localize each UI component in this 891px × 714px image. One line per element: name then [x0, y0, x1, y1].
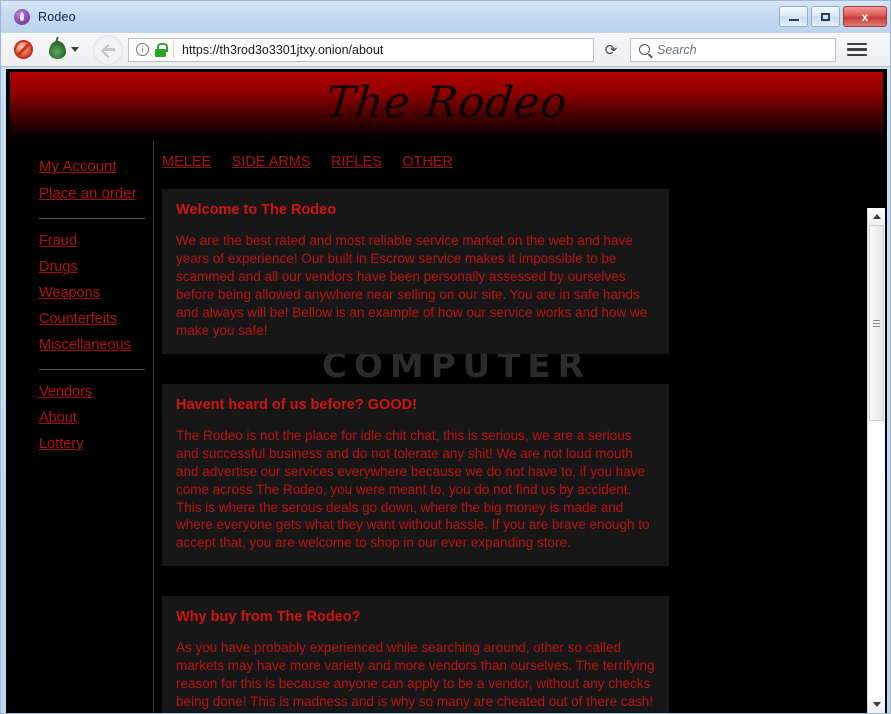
scroll-down-button[interactable] — [868, 696, 885, 713]
back-button[interactable] — [93, 34, 123, 65]
menu-line-2 — [847, 48, 867, 51]
noscript-icon[interactable] — [14, 40, 33, 59]
page-body: My Account Place an order Fraud Drugs We… — [6, 141, 887, 713]
sidebar-item-lottery[interactable]: Lottery — [39, 431, 153, 457]
scrollbar-grip-icon — [873, 318, 880, 329]
minimize-icon — [788, 19, 799, 21]
search-input[interactable]: Search — [657, 43, 697, 57]
sidebar-divider-2 — [39, 369, 145, 370]
sidebar-item-vendors[interactable]: Vendors — [39, 379, 153, 405]
content-panels: Welcome to The Rodeo We are the best rat… — [154, 189, 674, 713]
app-icon — [14, 9, 30, 25]
chevron-down-icon — [71, 47, 79, 52]
window-title: Rodeo — [38, 10, 76, 24]
sidebar-item-about[interactable]: About — [39, 405, 153, 431]
maximize-icon — [821, 12, 830, 21]
minimize-button[interactable] — [779, 6, 808, 27]
sidebar-item-drugs[interactable]: Drugs — [39, 254, 153, 280]
url-separator — [173, 41, 174, 58]
sidebar-item-weapons[interactable]: Weapons — [39, 280, 153, 306]
info-icon[interactable]: i — [136, 43, 149, 56]
menu-line-3 — [847, 53, 867, 57]
panel-title: Welcome to The Rodeo — [176, 202, 337, 218]
tab-other[interactable]: OTHER — [402, 154, 453, 170]
reload-button[interactable]: ⟳ — [598, 37, 624, 63]
sidebar-item-counterfeits[interactable]: Counterfeits — [39, 306, 153, 332]
tab-rifles[interactable]: RIFLES — [331, 154, 382, 170]
chevron-up-icon — [872, 214, 881, 219]
onion-icon — [49, 40, 66, 59]
hamburger-menu-icon[interactable] — [847, 40, 867, 60]
maximize-button[interactable] — [811, 6, 840, 27]
tab-melee[interactable]: MELEE — [162, 154, 211, 170]
sidebar-item-fraud[interactable]: Fraud — [39, 228, 153, 254]
panel-why-buy: Why buy from The Rodeo? As you have prob… — [162, 596, 669, 713]
title-bar: Rodeo x — [1, 1, 890, 33]
url-text[interactable]: https://th3rod3o3301jtxy.onion/about — [182, 43, 383, 57]
sidebar-item-miscellaneous[interactable]: Miscellaneous — [39, 332, 153, 358]
browser-toolbar: i https://th3rod3o3301jtxy.onion/about ⟳… — [1, 33, 890, 67]
back-arrow-icon — [101, 42, 116, 57]
category-nav: MELEE SIDE ARMS RIFLES OTHER — [154, 149, 887, 171]
vertical-scrollbar[interactable] — [867, 208, 885, 713]
close-button[interactable]: x — [843, 6, 887, 27]
panel-body: We are the best rated and most reliable … — [176, 233, 648, 338]
panel-title: Why buy from The Rodeo? — [176, 609, 361, 626]
sidebar-item-my-account[interactable]: My Account — [39, 153, 153, 180]
lock-icon[interactable] — [155, 42, 168, 57]
site-banner: The Rodeo — [10, 72, 883, 141]
tab-side-arms[interactable]: SIDE ARMS — [232, 154, 311, 170]
page-viewport: The Rodeo My Account Place an order Frau… — [6, 69, 887, 713]
sidebar-divider-1 — [39, 218, 145, 219]
site-logo-title: The Rodeo — [323, 78, 570, 128]
panel-havent-heard: Havent heard of us before? GOOD! The Rod… — [162, 383, 669, 567]
main-content: MELEE SIDE ARMS RIFLES OTHER BLEEPING CO… — [154, 141, 887, 713]
sidebar-item-place-an-order[interactable]: Place an order — [39, 180, 153, 207]
scrollbar-thumb[interactable] — [869, 225, 884, 421]
window-controls: x — [779, 6, 887, 27]
menu-line-1 — [847, 42, 867, 46]
panel-title: Havent heard of us before? GOOD! — [176, 396, 417, 413]
panel-body: The Rodeo is not the place for idle chit… — [176, 427, 650, 551]
tor-button[interactable] — [49, 40, 79, 59]
search-icon — [639, 44, 650, 55]
panel-body: As you have probably experienced while s… — [176, 640, 655, 713]
chevron-down-icon — [872, 702, 881, 707]
panel-welcome: Welcome to The Rodeo We are the best rat… — [162, 189, 669, 354]
search-bar[interactable]: Search — [630, 37, 836, 62]
address-bar[interactable]: i https://th3rod3o3301jtxy.onion/about — [128, 37, 594, 62]
browser-window: Rodeo x i https://th3rod3o3301jtxy.onion… — [0, 0, 891, 714]
scroll-up-button[interactable] — [868, 208, 885, 225]
sidebar: My Account Place an order Fraud Drugs We… — [6, 141, 154, 713]
scrollbar-track[interactable] — [868, 225, 885, 696]
